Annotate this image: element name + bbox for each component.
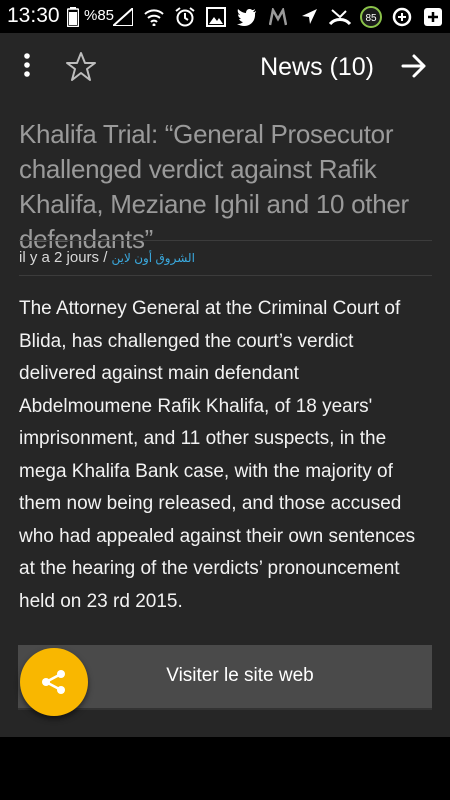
star-outline-icon[interactable] — [64, 50, 98, 84]
status-bar: 13:30 %85 85 — [0, 0, 450, 33]
page-title: News (10) — [260, 53, 374, 81]
share-button[interactable] — [20, 648, 88, 716]
divider — [19, 240, 432, 241]
system-nav-bar — [0, 737, 450, 800]
app-icon — [391, 6, 413, 28]
arrow-forward-icon[interactable] — [400, 52, 428, 80]
article-source-link[interactable]: الشروق أون لاين — [112, 251, 195, 265]
battery-icon — [66, 7, 80, 28]
missed-call-icon — [329, 6, 351, 28]
alarm-icon — [174, 6, 196, 28]
article-body: The Attorney General at the Criminal Cou… — [19, 298, 416, 612]
share-icon — [42, 670, 65, 694]
app-toolbar: News (10) — [0, 33, 450, 100]
status-time: 13:30 — [7, 4, 60, 27]
divider — [19, 275, 432, 276]
twitter-icon — [236, 6, 258, 28]
notification-icons: 85 — [112, 5, 444, 29]
image-icon — [205, 6, 227, 28]
more-vert-icon[interactable] — [14, 51, 40, 81]
badge-count: 85 — [365, 13, 377, 24]
article-meta: il y a 2 jours / الشروق أون لاين — [19, 247, 195, 269]
signal-icon — [112, 6, 134, 28]
location-icon — [298, 6, 320, 28]
article-headline: Khalifa Trial: “General Prosecutor chall… — [19, 119, 409, 254]
add-icon — [422, 6, 444, 28]
badge-icon: 85 — [360, 6, 382, 28]
m-app-icon — [267, 6, 289, 28]
article-age: il y a 2 jours / — [19, 249, 108, 266]
wifi-icon — [143, 6, 165, 28]
battery-percent: %85 — [84, 7, 115, 24]
